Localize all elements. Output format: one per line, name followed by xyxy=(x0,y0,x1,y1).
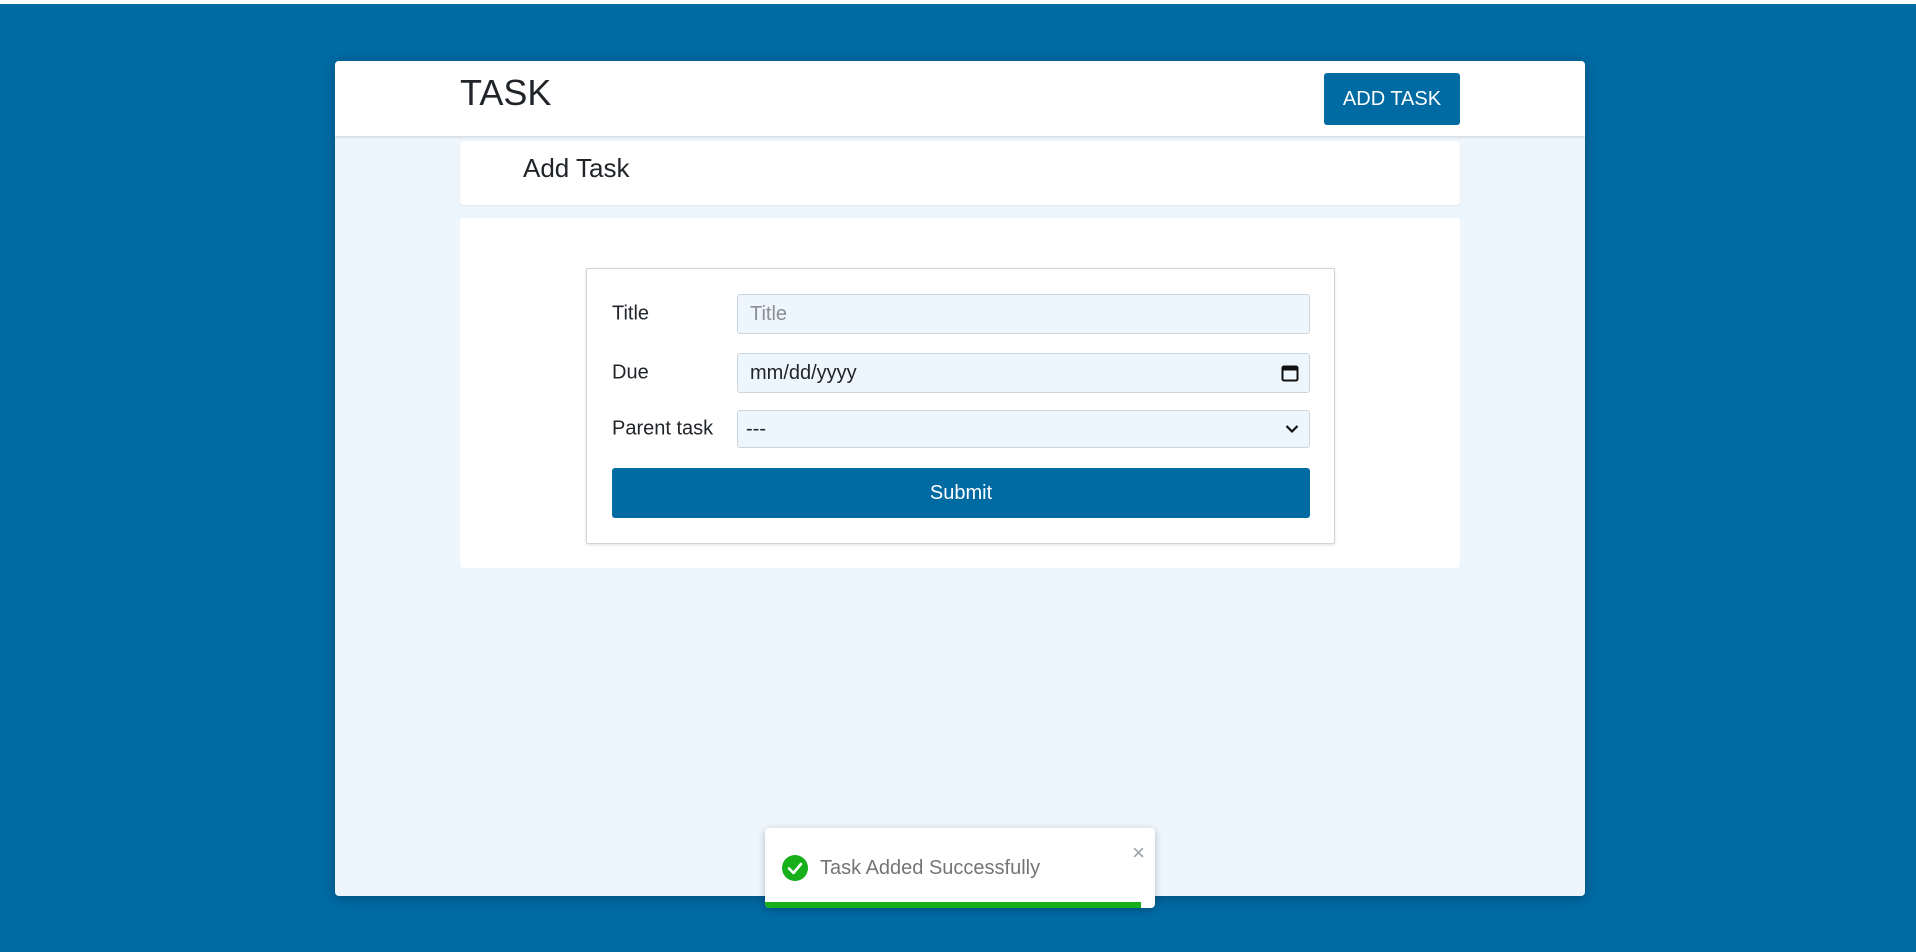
title-row: Title Title xyxy=(612,294,1310,334)
title-input[interactable]: Title xyxy=(737,294,1310,334)
header: TASK ADD TASK xyxy=(335,61,1585,136)
add-task-button[interactable]: ADD TASK xyxy=(1324,73,1460,125)
parent-task-label: Parent task xyxy=(612,417,714,440)
due-date-input[interactable]: mm/dd/yyyy xyxy=(737,353,1310,393)
parent-task-selected: --- xyxy=(746,417,766,440)
close-icon[interactable]: × xyxy=(1132,842,1145,864)
calendar-icon[interactable] xyxy=(1281,364,1299,382)
due-row: Due mm/dd/yyyy xyxy=(612,353,1310,393)
submit-button[interactable]: Submit xyxy=(612,468,1310,518)
toast-message: Task Added Successfully xyxy=(820,857,1041,879)
page-title-card: Add Task xyxy=(460,141,1460,205)
page-title: Add Task xyxy=(523,153,630,183)
form-card: Title Title Due mm/dd/yyyy Parent task -… xyxy=(460,218,1460,568)
top-strip xyxy=(0,0,1916,4)
add-task-form: Title Title Due mm/dd/yyyy Parent task -… xyxy=(586,268,1335,544)
brand-title: TASK xyxy=(460,72,552,113)
toast-progress-track xyxy=(765,902,1155,908)
check-circle-icon xyxy=(782,855,808,881)
app-window: TASK ADD TASK Add Task Title Title Due m… xyxy=(335,61,1585,896)
parent-task-select[interactable]: --- xyxy=(737,410,1310,448)
due-label: Due xyxy=(612,361,649,384)
success-toast: Task Added Successfully × xyxy=(765,828,1155,908)
chevron-down-icon xyxy=(1285,424,1299,434)
title-label: Title xyxy=(612,302,650,325)
parent-task-row: Parent task --- xyxy=(612,410,1310,448)
title-placeholder: Title xyxy=(750,302,788,325)
due-date-value: mm/dd/yyyy xyxy=(750,361,857,384)
toast-progress-bar xyxy=(765,902,1142,908)
